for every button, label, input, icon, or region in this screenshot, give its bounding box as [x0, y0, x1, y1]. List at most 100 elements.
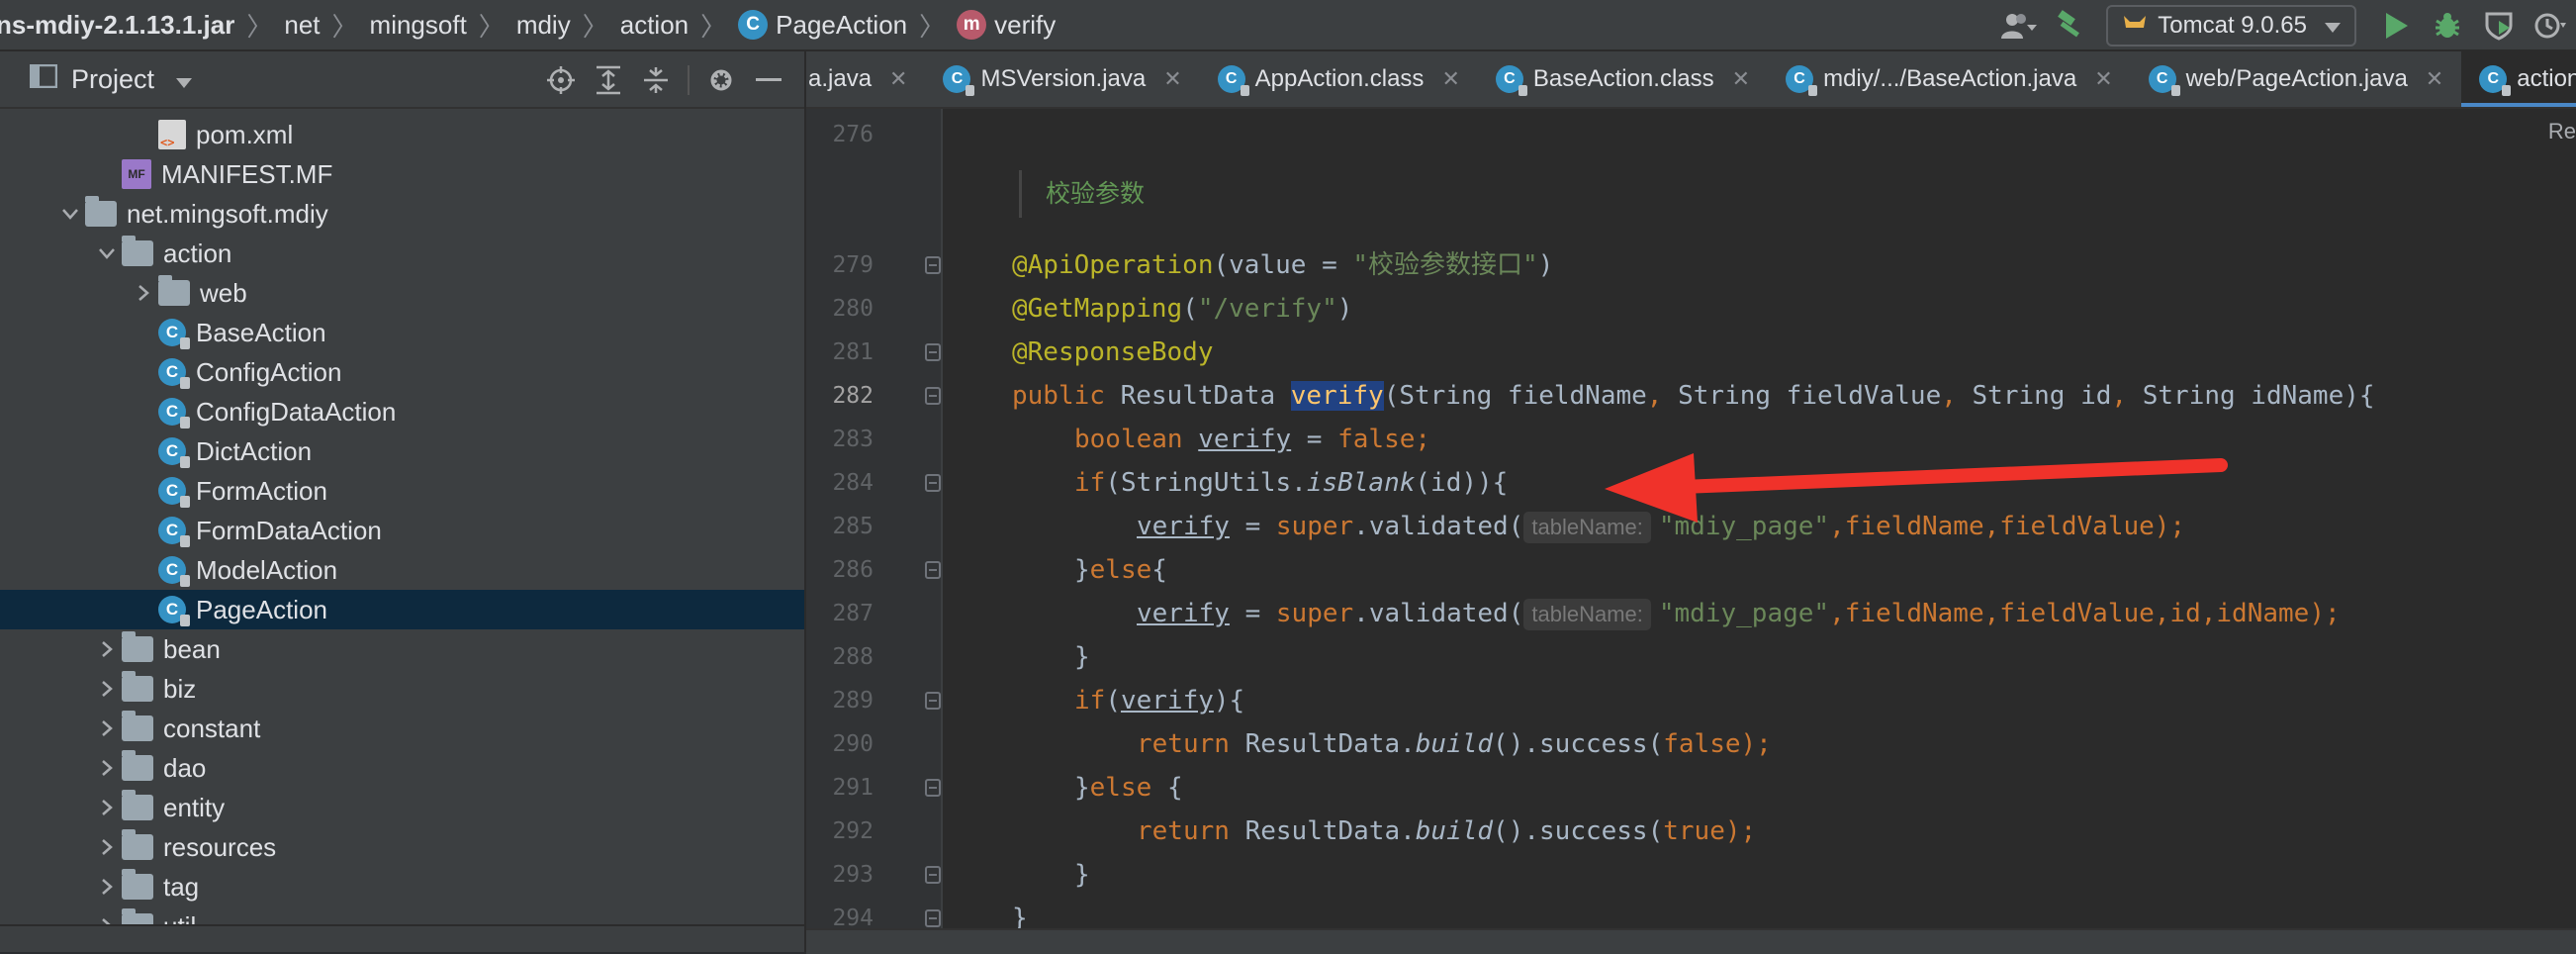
fold-marker-icon[interactable]: [925, 692, 941, 710]
editor-tab[interactable]: C BaseAction.class ✕: [1478, 51, 1768, 107]
fold-marker-icon[interactable]: [925, 866, 941, 884]
tree-item-dictaction[interactable]: C DictAction: [0, 431, 804, 471]
chevron-down-icon[interactable]: [176, 64, 193, 95]
project-view-title[interactable]: Project: [71, 64, 154, 95]
chevron-right-icon[interactable]: [92, 878, 122, 896]
tree-item-net-mingsoft-mdiy[interactable]: net.mingsoft.mdiy: [0, 194, 804, 234]
locate-icon[interactable]: [537, 56, 585, 104]
profile-icon[interactable]: [2529, 4, 2572, 48]
class-icon: C: [943, 65, 975, 96]
code-line-281[interactable]: @ResponseBody: [1012, 331, 1214, 374]
folder-icon: [122, 671, 153, 702]
expand-all-icon[interactable]: [585, 56, 632, 104]
code-line-283[interactable]: boolean verify = false;: [1074, 418, 1430, 461]
code-token: .validated(: [1353, 512, 1524, 541]
fold-marker-icon[interactable]: [925, 561, 941, 579]
minimize-icon[interactable]: [745, 56, 792, 104]
editor-tab[interactable]: C AppAction.class ✕: [1200, 51, 1478, 107]
tree-item-action[interactable]: action: [0, 234, 804, 273]
close-icon[interactable]: ✕: [889, 66, 907, 92]
fold-marker-icon[interactable]: [925, 256, 941, 274]
tree-item-configdataaction[interactable]: C ConfigDataAction: [0, 392, 804, 431]
breadcrumb-class[interactable]: C PageAction: [738, 10, 907, 41]
editor-tab[interactable]: C MSVersion.java ✕: [925, 51, 1199, 107]
code-line-285[interactable]: verify = super.validated(tableName: "mdiy…: [1137, 505, 2185, 548]
chevron-right-icon[interactable]: [92, 838, 122, 856]
tree-item-constant[interactable]: constant: [0, 709, 804, 748]
close-icon[interactable]: ✕: [2094, 66, 2112, 92]
tree-item-biz[interactable]: biz: [0, 669, 804, 709]
coverage-icon[interactable]: [2477, 4, 2521, 48]
chevron-right-icon[interactable]: [129, 284, 158, 302]
code-line-291[interactable]: }else {: [1074, 766, 1183, 810]
tree-item-dao[interactable]: dao: [0, 748, 804, 788]
editor-tab[interactable]: Cweb/PageAction.java ✕: [2131, 51, 2462, 107]
breadcrumb-mdiy[interactable]: mdiy: [516, 10, 571, 41]
code-line-290[interactable]: return ResultData.build().success(false)…: [1137, 722, 1772, 766]
tree-item-manifest-mf[interactable]: MF MANIFEST.MF: [0, 154, 804, 194]
editor-tab[interactable]: Cmdiy/.../BaseAction.java ✕: [1768, 51, 2131, 107]
tree-item-bean[interactable]: bean: [0, 629, 804, 669]
fold-marker-icon[interactable]: [925, 909, 941, 927]
tree-item-pageaction[interactable]: C PageAction: [0, 590, 804, 629]
close-icon[interactable]: ✕: [1441, 66, 1459, 92]
breadcrumb-jar[interactable]: ns-mdiy-2.1.13.1.jar: [0, 10, 234, 41]
tree-item-entity[interactable]: entity: [0, 788, 804, 827]
editor-tab[interactable]: a.java ✕: [806, 51, 925, 107]
tree-item-configaction[interactable]: C ConfigAction: [0, 352, 804, 392]
tree-item-baseaction[interactable]: C BaseAction: [0, 313, 804, 352]
tree-item-pom-xml[interactable]: pom.xml: [0, 115, 804, 154]
gear-icon[interactable]: [697, 56, 745, 104]
code-line-280[interactable]: @GetMapping("/verify"): [1012, 287, 1352, 331]
debug-icon[interactable]: [2426, 4, 2469, 48]
code-line-282[interactable]: public ResultData verify(String fieldNam…: [1012, 374, 2375, 418]
chevron-right-icon[interactable]: [92, 799, 122, 816]
chevron-right-icon[interactable]: [92, 640, 122, 658]
close-icon[interactable]: ✕: [2426, 66, 2443, 92]
run-icon[interactable]: [2374, 4, 2418, 48]
editor-tab-label: a.java: [808, 65, 873, 92]
code-line-286[interactable]: }else{: [1074, 548, 1167, 592]
editor-tab[interactable]: Caction/PageAction.java: [2461, 51, 2576, 107]
tree-item-resources[interactable]: resources: [0, 827, 804, 867]
code-line-292[interactable]: return ResultData.build().success(true);: [1137, 810, 1756, 853]
code-line-287[interactable]: verify = super.validated(tableName: "mdiy…: [1137, 592, 2341, 635]
fold-marker-icon[interactable]: [925, 387, 941, 405]
collapse-all-icon[interactable]: [632, 56, 680, 104]
code-line-289[interactable]: if(verify){: [1074, 679, 1244, 722]
run-configuration-dropdown[interactable]: Tomcat 9.0.65: [2106, 5, 2356, 47]
fold-marker-icon[interactable]: [925, 474, 941, 492]
code-line-284[interactable]: if(StringUtils.isBlank(id)){: [1074, 461, 1508, 505]
class-icon: C: [1786, 65, 1818, 96]
tree-item-web[interactable]: web: [0, 273, 804, 313]
fold-marker-icon[interactable]: [925, 779, 941, 797]
code-line-294[interactable]: }: [1012, 897, 1028, 928]
line-number: 279: [832, 252, 874, 278]
chevron-down-icon[interactable]: [92, 247, 122, 259]
editor-tab-label: BaseAction.class: [1532, 65, 1714, 92]
tree-item-tag[interactable]: tag: [0, 867, 804, 906]
chevron-right-icon[interactable]: [92, 719, 122, 737]
code-line-279[interactable]: @ApiOperation(value = "校验参数接口"): [1012, 243, 1553, 287]
breadcrumb-net[interactable]: net: [284, 10, 320, 41]
chevron-down-icon[interactable]: [55, 208, 85, 220]
chevron-right-icon[interactable]: [92, 759, 122, 777]
tree-item-formaction[interactable]: C FormAction: [0, 471, 804, 511]
code-token: ): [1336, 294, 1353, 324]
code-editor[interactable]: 276 279 280 281 282 283 284 285 286 287 288 289 290 2…: [806, 109, 2576, 928]
tree-item-formdataaction[interactable]: C FormDataAction: [0, 511, 804, 550]
close-icon[interactable]: ✕: [1163, 66, 1181, 92]
fold-marker-icon[interactable]: [925, 343, 941, 361]
code-line-293[interactable]: }: [1074, 853, 1090, 897]
hammer-icon[interactable]: [2049, 4, 2092, 48]
close-icon[interactable]: ✕: [1732, 66, 1750, 92]
user-icon[interactable]: [1997, 4, 2041, 48]
breadcrumb-action[interactable]: action: [620, 10, 689, 41]
breadcrumb-method[interactable]: m verify: [957, 10, 1056, 41]
chevron-right-icon[interactable]: [92, 680, 122, 698]
reader-mode-toggle[interactable]: Re: [2548, 119, 2576, 144]
breadcrumb-mingsoft[interactable]: mingsoft: [370, 10, 467, 41]
code-line-288[interactable]: }: [1074, 635, 1090, 679]
string-token: "mdiy_page": [1658, 512, 1830, 541]
tree-item-modelaction[interactable]: C ModelAction: [0, 550, 804, 590]
